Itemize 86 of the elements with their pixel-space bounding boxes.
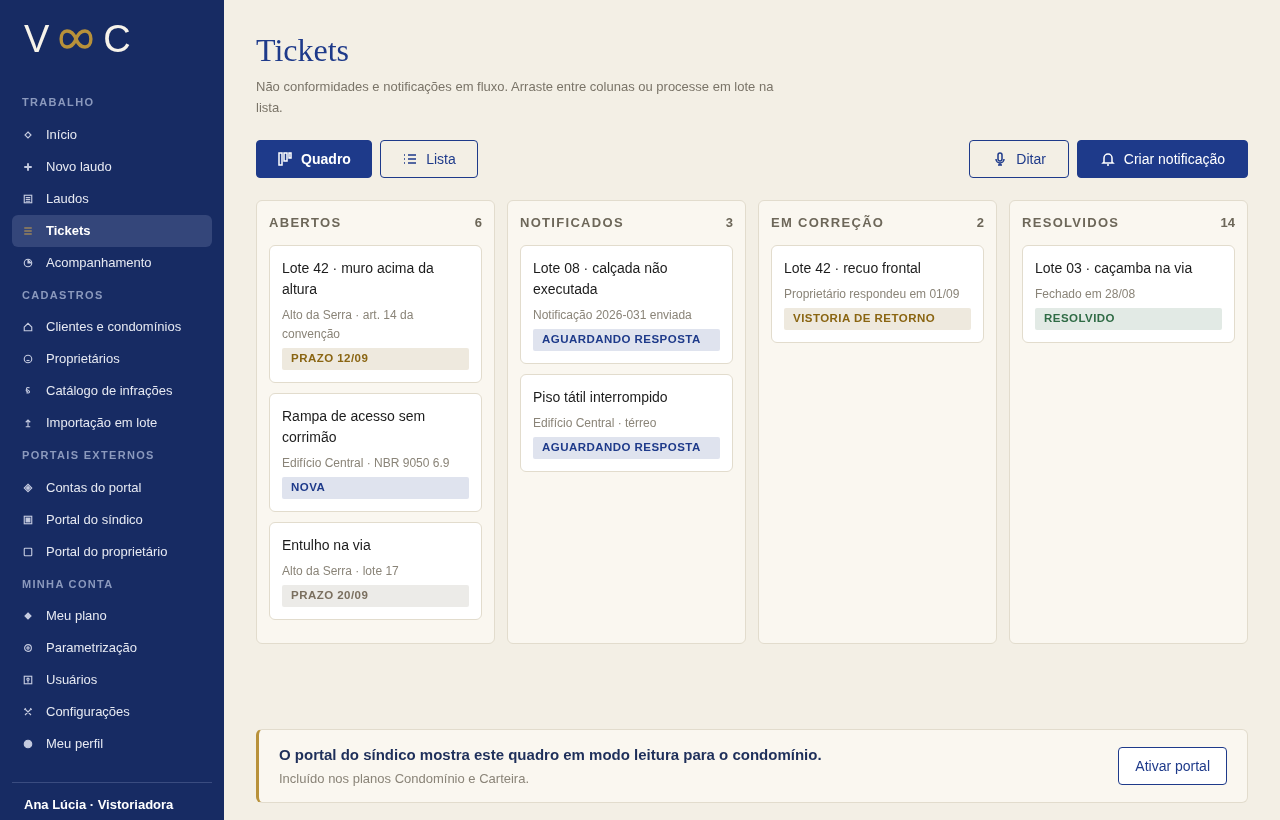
banner-text: Incluído nos planos Condomínio e Carteira. bbox=[279, 769, 531, 788]
banner-title: O portal do síndico mostra este quadro em modo leitura para o condomínio. bbox=[279, 745, 823, 765]
nav-item[interactable]: Início bbox=[12, 118, 212, 151]
nav-item[interactable]: Clientes e condomínios bbox=[12, 311, 212, 343]
ticket-card[interactable]: Lote 42 · recuo frontal Proprietário respondeu em 01/09 VISTORIA DE RETORNO bbox=[771, 245, 984, 343]
user-icon bbox=[22, 738, 34, 750]
home-icon bbox=[22, 321, 34, 333]
nav-item[interactable]: Tickets bbox=[12, 214, 212, 247]
card-title: Entulho na via bbox=[282, 536, 372, 555]
card-meta: Edifício Central · NBR 9050 6.9 bbox=[282, 455, 451, 472]
pie-icon bbox=[22, 256, 34, 269]
page-subtitle: Não conformidades e notificações em fluxo. Arraste entre colunas ou processe em lote na lista. bbox=[256, 78, 775, 117]
card-title: Piso tátil interrompido bbox=[533, 388, 669, 407]
card-meta: Proprietário respondeu em 01/09 bbox=[784, 286, 961, 303]
ticket-card[interactable]: Lote 08 · calçada não executada Notificação 2026-031 enviada AGUARDANDO RESPOSTA bbox=[520, 245, 733, 364]
card-title: Lote 08 · calçada não executada bbox=[533, 259, 669, 299]
menu-icon bbox=[22, 224, 34, 237]
gear-icon bbox=[22, 642, 34, 654]
card-title: Rampa de acesso sem corrimão bbox=[282, 407, 427, 447]
section-heading: TRABALHO bbox=[21, 95, 96, 110]
section-heading: PORTAIS EXTERNOS bbox=[21, 448, 156, 463]
section-heading: MINHA CONTA bbox=[21, 576, 115, 592]
nav-item[interactable]: Parametrização bbox=[12, 632, 212, 664]
card-meta: Fechado em 28/08 bbox=[1035, 286, 1137, 303]
nav-item[interactable]: Meu plano bbox=[12, 600, 212, 632]
card-title: Lote 42 · muro acima da altura bbox=[282, 259, 435, 299]
status-tag: NOVA bbox=[282, 477, 469, 499]
board-icon bbox=[277, 151, 294, 167]
status-tag: RESOLVIDO bbox=[1035, 308, 1222, 330]
logo-text: C bbox=[103, 20, 131, 58]
card-title: Lote 03 · caçamba na via bbox=[1035, 259, 1194, 278]
status-tag: PRAZO 12/09 bbox=[282, 348, 469, 370]
diamond-icon bbox=[22, 610, 34, 622]
nav-item[interactable]: Novo laudo bbox=[12, 150, 212, 183]
view-tab[interactable]: Quadro bbox=[256, 140, 372, 178]
tools-icon bbox=[22, 706, 34, 718]
ticket-card[interactable]: Piso tátil interrompido Edifício Central · térreo AGUARDANDO RESPOSTA bbox=[520, 374, 733, 472]
plus-icon bbox=[22, 160, 34, 173]
nav-item[interactable]: Acompanhamento bbox=[12, 246, 212, 279]
nav-item[interactable]: Proprietários bbox=[12, 343, 212, 375]
status-tag: VISTORIA DE RETORNO bbox=[784, 308, 971, 330]
ticket-card[interactable]: Lote 03 · caçamba na via Fechado em 28/08 RESOLVIDO bbox=[1022, 245, 1235, 343]
nav-item[interactable]: Usuários bbox=[12, 664, 212, 696]
bell-icon bbox=[1099, 151, 1116, 167]
card-meta: Alto da Serra · lote 17 bbox=[282, 563, 400, 580]
nav-item[interactable]: Meu perfil bbox=[12, 728, 212, 760]
card-meta: Notificação 2026-031 enviada bbox=[533, 307, 693, 324]
nav-item[interactable]: Contas do portal bbox=[12, 471, 212, 504]
create-button[interactable]: Criar notificação bbox=[1076, 140, 1248, 178]
square-icon bbox=[22, 545, 34, 558]
page-title: Tickets bbox=[256, 32, 351, 68]
key-icon bbox=[22, 674, 34, 686]
status-tag: PRAZO 20/09 bbox=[282, 585, 469, 607]
section-heading: CADASTROS bbox=[21, 287, 105, 303]
nav-item[interactable]: Importação em lote bbox=[12, 407, 212, 439]
dictate-button[interactable]: Ditar bbox=[969, 140, 1069, 178]
column-count: 3 bbox=[725, 214, 733, 233]
list-icon bbox=[22, 192, 34, 205]
nav-item[interactable]: Portal do proprietário bbox=[12, 535, 212, 568]
column-title: ABERTOS bbox=[269, 214, 342, 233]
nav-item[interactable]: Configurações bbox=[12, 696, 212, 728]
status-tag: AGUARDANDO RESPOSTA bbox=[533, 437, 720, 459]
card-meta: Alto da Serra · art. 14 da convenção bbox=[282, 307, 415, 343]
nav-item[interactable]: Catálogo de infrações bbox=[12, 375, 212, 407]
card-meta: Edifício Central · térreo bbox=[533, 415, 658, 432]
column-count: 2 bbox=[976, 214, 984, 233]
column-count: 6 bbox=[474, 214, 482, 233]
face-icon bbox=[22, 353, 34, 365]
status-tag: AGUARDANDO RESPOSTA bbox=[533, 329, 720, 351]
view-tab[interactable]: Lista bbox=[380, 140, 478, 178]
card-title: Lote 42 · recuo frontal bbox=[784, 259, 922, 278]
column-title: EM CORREÇÃO bbox=[771, 214, 885, 233]
nav-item[interactable]: Portal do síndico bbox=[12, 503, 212, 536]
list-icon bbox=[402, 151, 419, 167]
activate-button[interactable]: Ativar portal bbox=[1118, 747, 1227, 785]
column-count: 14 bbox=[1220, 214, 1235, 233]
nav-item[interactable]: Laudos bbox=[12, 182, 212, 215]
square-icon bbox=[22, 513, 34, 526]
ticket-card[interactable]: Rampa de acesso sem corrimão Edifício Central · NBR 9050 6.9 NOVA bbox=[269, 393, 482, 512]
ticket-card[interactable]: Lote 42 · muro acima da altura Alto da Serra · art. 14 da convenção PRAZO 12/09 bbox=[269, 245, 482, 383]
diamond-icon bbox=[22, 481, 34, 494]
user-name: Ana Lúcia · Vistoriadora bbox=[23, 795, 175, 814]
column-title: NOTIFICADOS bbox=[520, 214, 624, 233]
logo-text: V bbox=[24, 20, 50, 58]
column-title: RESOLVIDOS bbox=[1022, 214, 1120, 233]
ticket-card[interactable]: Entulho na via Alto da Serra · lote 17 PRAZO 20/09 bbox=[269, 522, 482, 620]
